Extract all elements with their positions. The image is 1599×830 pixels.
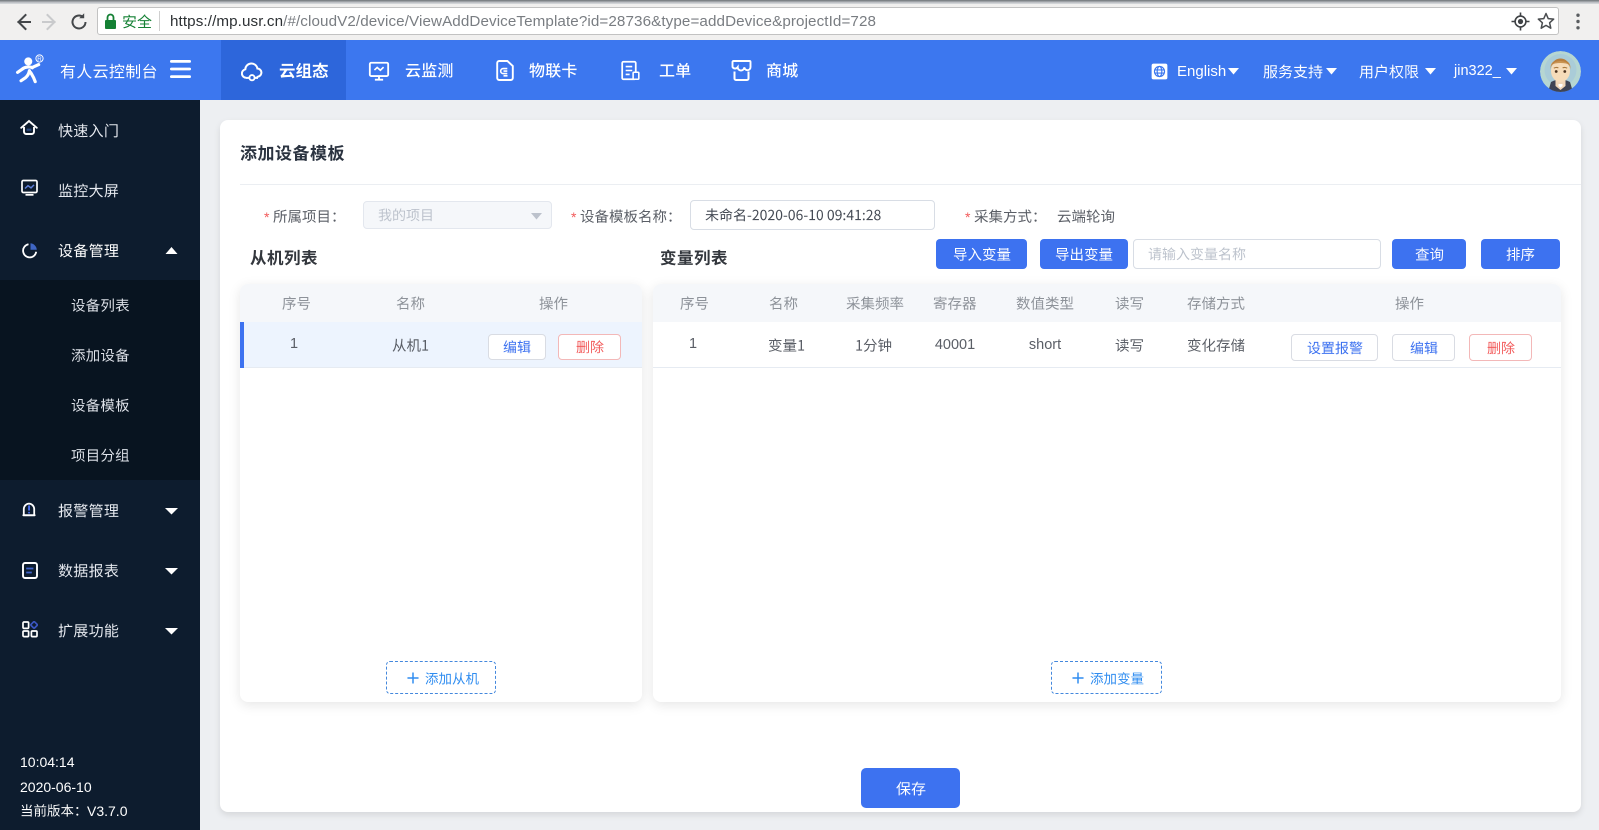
svg-text:R: R	[37, 56, 42, 63]
